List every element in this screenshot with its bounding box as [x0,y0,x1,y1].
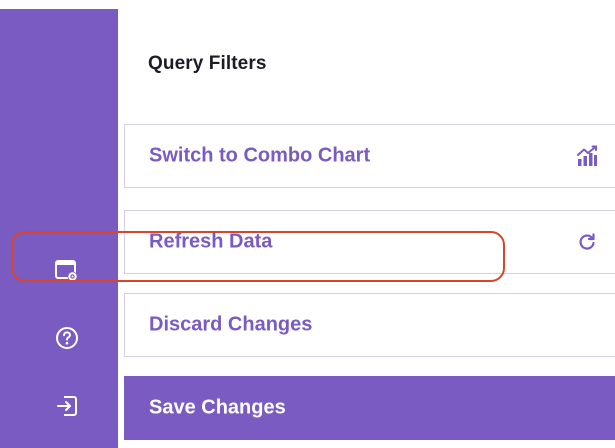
refresh-icon [575,230,599,254]
sidebar [0,9,118,448]
panel-title: Query Filters [148,53,267,74]
help-icon[interactable] [54,325,80,351]
exit-glyph [57,396,77,416]
refresh-data-label: Refresh Data [149,230,273,253]
save-changes-button[interactable]: Save Changes [124,376,615,440]
query-filters-panel: Query Filters Switch to Combo Chart Refr… [118,9,615,448]
discard-changes-button[interactable]: Discard Changes [124,293,615,357]
top-strip [0,0,615,9]
window-settings-icon[interactable] [54,258,80,284]
refresh-data-button[interactable]: Refresh Data [124,210,615,274]
switch-to-combo-chart-label: Switch to Combo Chart [149,144,371,167]
help-glyph [56,327,78,349]
exit-icon[interactable] [54,393,80,419]
window-settings-glyph [55,260,78,282]
discard-changes-label: Discard Changes [149,313,313,336]
chart-icon [575,144,599,168]
switch-to-combo-chart-button[interactable]: Switch to Combo Chart [124,124,615,188]
save-changes-label: Save Changes [149,396,286,419]
